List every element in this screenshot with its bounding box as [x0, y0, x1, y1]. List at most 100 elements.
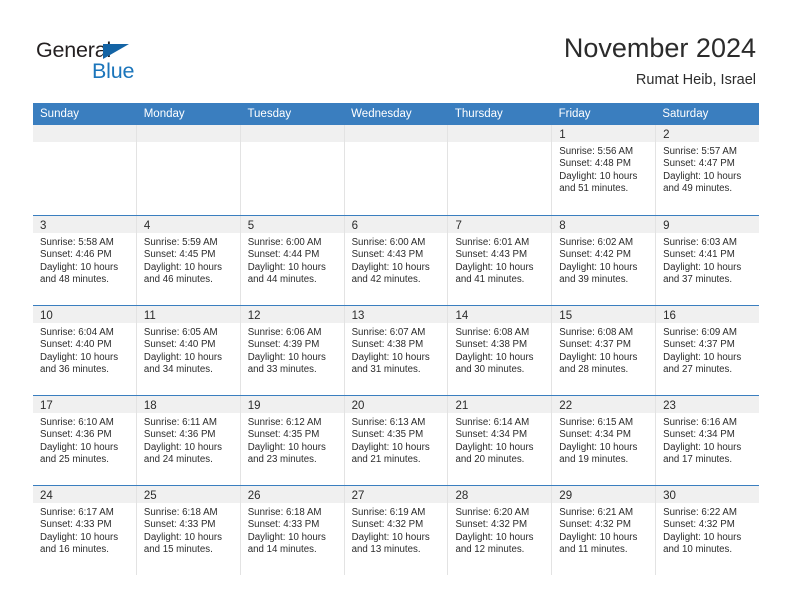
day-cell[interactable]: 5 Sunrise: 6:00 AM Sunset: 4:44 PM Daylight… [240, 216, 345, 305]
day-cell[interactable]: 14 Sunrise: 6:08 AM Sunset: 4:38 PM Dayligh… [448, 306, 553, 395]
day-cell[interactable]: 20 Sunrise: 6:13 AM Sunset: 4:35 PM Dayligh… [344, 396, 449, 485]
daylight-text-line1: Daylight: 10 hours [143, 531, 222, 543]
day-cell[interactable]: 29 Sunrise: 6:21 AM Sunset: 4:32 PM Dayligh… [552, 486, 657, 575]
day-cell[interactable]: 2 Sunrise: 5:57 AM Sunset: 4:47 PM Daylight… [656, 125, 760, 215]
sunrise-text: Sunrise: 6:13 AM [351, 417, 426, 428]
daylight-text-line1: Daylight: 10 hours [247, 531, 326, 543]
sunrise-text: Sunrise: 6:09 AM [663, 327, 737, 338]
day-number: 2 [663, 129, 670, 141]
daylight-text-line1: Daylight: 10 hours [559, 261, 638, 273]
daylight-text-line1: Daylight: 10 hours [455, 261, 534, 273]
day-cell[interactable]: 21 Sunrise: 6:14 AM Sunset: 4:34 PM Dayligh… [448, 396, 553, 485]
day-cell[interactable]: 12 Sunrise: 6:06 AM Sunset: 4:39 PM Dayligh… [240, 306, 345, 395]
sunset-text: Sunset: 4:35 PM [247, 429, 320, 441]
daylight-text-line2: and 23 minutes. [247, 454, 317, 466]
sunrise-text: Sunrise: 6:08 AM [559, 327, 634, 338]
day-number: 28 [455, 490, 469, 502]
day-cell[interactable]: 11 Sunrise: 6:05 AM Sunset: 4:40 PM Dayligh… [136, 306, 241, 395]
day-number-band: 5 [240, 216, 344, 233]
day-cell[interactable]: 28 Sunrise: 6:20 AM Sunset: 4:32 PM Dayligh… [448, 486, 553, 575]
daylight-text-line2: and 15 minutes. [143, 544, 213, 556]
weekday-header-wednesday: Wednesday [351, 108, 412, 120]
day-number-band [448, 125, 552, 142]
daylight-text-line1: Daylight: 10 hours [351, 441, 430, 453]
daylight-text-line2: and 19 minutes. [559, 454, 629, 466]
daylight-text-line1: Daylight: 10 hours [455, 531, 534, 543]
day-number-band [240, 125, 344, 142]
sunrise-text: Sunrise: 6:02 AM [559, 237, 634, 248]
calendar-week-row: 3 Sunrise: 5:58 AM Sunset: 4:46 PM Daylight… [33, 215, 760, 305]
day-number: 25 [143, 490, 157, 502]
daylight-text-line2: and 39 minutes. [559, 274, 629, 286]
day-cell[interactable]: 8 Sunrise: 6:02 AM Sunset: 4:42 PM Daylight… [552, 216, 657, 305]
sunset-text: Sunset: 4:34 PM [663, 429, 735, 441]
day-cell[interactable]: 9 Sunrise: 6:03 AM Sunset: 4:41 PM Daylight… [656, 216, 760, 305]
day-cell[interactable]: 3 Sunrise: 5:58 AM Sunset: 4:46 PM Daylight… [33, 216, 137, 305]
day-cell[interactable]: 18 Sunrise: 6:11 AM Sunset: 4:36 PM Dayligh… [136, 396, 241, 485]
day-cell-empty [448, 125, 553, 215]
day-cell[interactable]: 4 Sunrise: 5:59 AM Sunset: 4:45 PM Daylight… [136, 216, 241, 305]
day-number: 30 [663, 490, 676, 502]
day-number-band: 14 [448, 306, 552, 323]
daylight-text-line2: and 11 minutes. [559, 544, 628, 556]
day-number-band: 3 [33, 216, 136, 233]
sunset-text: Sunset: 4:33 PM [40, 519, 112, 531]
day-cell[interactable]: 19 Sunrise: 6:12 AM Sunset: 4:35 PM Dayligh… [240, 396, 345, 485]
day-cell[interactable]: 17 Sunrise: 6:10 AM Sunset: 4:36 PM Dayligh… [33, 396, 137, 485]
weekday-header-saturday: Saturday [662, 108, 709, 120]
calendar-week-row: 10 Sunrise: 6:04 AM Sunset: 4:40 PM Dayligh… [33, 305, 760, 395]
day-cell[interactable]: 1 Sunrise: 5:56 AM Sunset: 4:48 PM Daylight… [552, 125, 657, 215]
day-cell[interactable]: 23 Sunrise: 6:16 AM Sunset: 4:34 PM Dayligh… [656, 396, 760, 485]
day-number-band: 13 [344, 306, 448, 323]
day-cell[interactable]: 22 Sunrise: 6:15 AM Sunset: 4:34 PM Dayligh… [552, 396, 657, 485]
day-cell[interactable]: 16 Sunrise: 6:09 AM Sunset: 4:37 PM Dayligh… [656, 306, 760, 395]
day-cell[interactable]: 7 Sunrise: 6:01 AM Sunset: 4:43 PM Daylight… [448, 216, 553, 305]
logo-triangle-icon [103, 44, 129, 59]
day-details: Sunrise: 6:11 AM Sunset: 4:36 PM Daylight:… [137, 413, 240, 467]
sunrise-text: Sunrise: 5:58 AM [40, 237, 114, 248]
title-block: November 2024 Rumat Heib, Israel [564, 32, 756, 90]
day-number: 9 [663, 220, 670, 232]
day-cell[interactable]: 24 Sunrise: 6:17 AM Sunset: 4:33 PM Dayligh… [33, 486, 137, 575]
day-details: Sunrise: 6:00 AM Sunset: 4:43 PM Daylight:… [345, 233, 448, 287]
sunset-text: Sunset: 4:33 PM [143, 519, 216, 531]
day-cell[interactable]: 10 Sunrise: 6:04 AM Sunset: 4:40 PM Dayligh… [33, 306, 137, 395]
day-cell[interactable]: 25 Sunrise: 6:18 AM Sunset: 4:33 PM Dayligh… [136, 486, 241, 575]
daylight-text-line1: Daylight: 10 hours [663, 351, 742, 363]
daylight-text-line1: Daylight: 10 hours [40, 441, 119, 453]
daylight-text-line2: and 25 minutes. [40, 454, 109, 466]
day-number: 11 [143, 310, 156, 322]
daylight-text-line1: Daylight: 10 hours [351, 261, 430, 273]
daylight-text-line2: and 13 minutes. [351, 544, 421, 556]
day-cell[interactable]: 15 Sunrise: 6:08 AM Sunset: 4:37 PM Dayligh… [552, 306, 657, 395]
day-cell[interactable]: 13 Sunrise: 6:07 AM Sunset: 4:38 PM Dayligh… [344, 306, 449, 395]
day-details: Sunrise: 6:06 AM Sunset: 4:39 PM Daylight:… [241, 323, 344, 377]
day-number: 26 [247, 490, 261, 502]
day-number: 1 [559, 129, 566, 141]
daylight-text-line2: and 37 minutes. [663, 274, 733, 286]
sunrise-text: Sunrise: 6:00 AM [247, 237, 322, 248]
day-details: Sunrise: 6:12 AM Sunset: 4:35 PM Daylight:… [241, 413, 344, 467]
day-cell[interactable]: 6 Sunrise: 6:00 AM Sunset: 4:43 PM Daylight… [344, 216, 449, 305]
daylight-text-line2: and 16 minutes. [40, 544, 109, 556]
page-header: General Blue November 2024 Rumat Heib, I… [0, 0, 792, 100]
day-cell[interactable]: 27 Sunrise: 6:19 AM Sunset: 4:32 PM Dayligh… [344, 486, 449, 575]
day-details: Sunrise: 6:15 AM Sunset: 4:34 PM Daylight:… [552, 413, 655, 467]
day-number: 27 [351, 490, 365, 502]
day-number-band: 22 [552, 396, 656, 413]
day-number-band: 19 [240, 396, 344, 413]
day-details: Sunrise: 6:18 AM Sunset: 4:33 PM Daylight:… [241, 503, 344, 557]
day-cell[interactable]: 30 Sunrise: 6:22 AM Sunset: 4:32 PM Dayligh… [656, 486, 760, 575]
daylight-text-line1: Daylight: 10 hours [40, 531, 119, 543]
sunrise-text: Sunrise: 6:04 AM [40, 327, 114, 338]
day-cell[interactable]: 26 Sunrise: 6:18 AM Sunset: 4:33 PM Dayligh… [240, 486, 345, 575]
day-details: Sunrise: 6:19 AM Sunset: 4:32 PM Daylight:… [345, 503, 448, 557]
sunrise-text: Sunrise: 5:57 AM [663, 146, 737, 157]
daylight-text-line2: and 46 minutes. [143, 274, 213, 286]
daylight-text-line2: and 44 minutes. [247, 274, 317, 286]
daylight-text-line1: Daylight: 10 hours [559, 351, 638, 363]
daylight-text-line2: and 21 minutes. [351, 454, 421, 466]
day-number: 21 [455, 400, 469, 412]
day-number: 4 [143, 220, 151, 232]
day-details: Sunrise: 6:01 AM Sunset: 4:43 PM Daylight:… [448, 233, 551, 287]
